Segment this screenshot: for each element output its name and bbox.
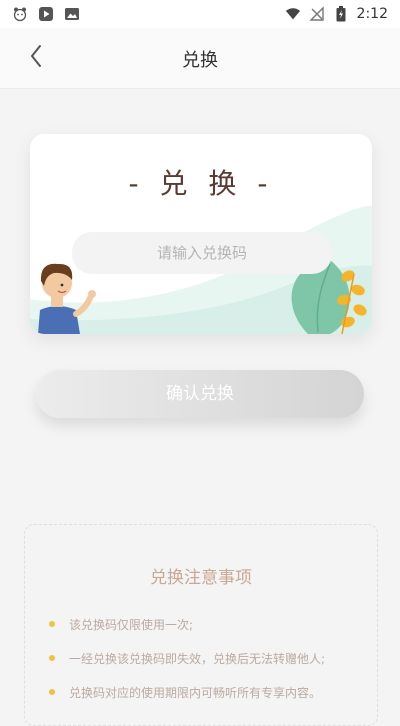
note-text: 该兑换码仅限使用一次; bbox=[69, 617, 194, 632]
notes-list: 该兑换码仅限使用一次; 一经兑换该兑换码即失效，兑换后无法转赠他人; 兑换码对应… bbox=[49, 607, 367, 709]
note-item: 该兑换码仅限使用一次; bbox=[49, 607, 367, 641]
note-text: 一经兑换该兑换码即失效，兑换后无法转赠他人; bbox=[69, 651, 326, 666]
page-title: 兑换 bbox=[182, 50, 218, 71]
bullet-dot-icon bbox=[49, 689, 55, 695]
redeem-code-input[interactable] bbox=[72, 232, 332, 274]
no-signal-icon bbox=[308, 6, 325, 22]
status-bar: 2:12 bbox=[0, 0, 400, 28]
battery-icon bbox=[333, 6, 349, 22]
image-icon bbox=[64, 6, 80, 22]
bullet-dot-icon bbox=[49, 621, 55, 627]
confirm-redeem-button[interactable]: 确认兑换 bbox=[36, 370, 364, 418]
bullet-dot-icon bbox=[49, 655, 55, 661]
wifi-icon bbox=[285, 6, 301, 22]
dog-icon bbox=[12, 6, 28, 22]
note-item: 兑换码对应的使用期限内可畅听所有专享内容。 bbox=[49, 675, 367, 709]
play-store-icon bbox=[38, 6, 54, 22]
status-left-icons bbox=[0, 6, 80, 22]
note-item: 一经兑换该兑换码即失效，兑换后无法转赠他人; bbox=[49, 641, 367, 675]
redeem-card: - 兑 换 - bbox=[30, 134, 372, 334]
redeem-notes-panel: 兑换注意事项 该兑换码仅限使用一次; 一经兑换该兑换码即失效，兑换后无法转赠他人… bbox=[24, 524, 378, 726]
notes-title: 兑换注意事项 bbox=[150, 568, 252, 588]
status-time: 2:12 bbox=[356, 6, 388, 22]
card-title: - 兑 换 - bbox=[128, 167, 274, 200]
note-text: 兑换码对应的使用期限内可畅听所有专享内容。 bbox=[69, 685, 322, 700]
app-header: 兑换 bbox=[0, 28, 400, 89]
status-right-icons: 2:12 bbox=[285, 6, 400, 22]
